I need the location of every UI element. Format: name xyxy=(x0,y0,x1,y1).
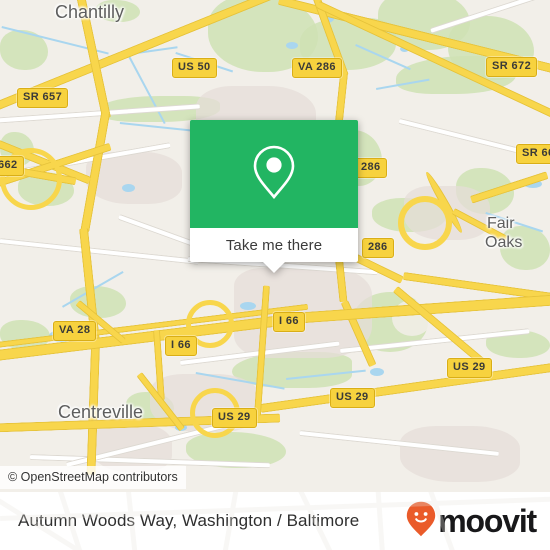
road-shield: SR 657 xyxy=(17,88,69,108)
water-body xyxy=(370,368,384,376)
road-shield: US 29 xyxy=(212,408,257,428)
moovit-logo[interactable]: moovit xyxy=(406,501,537,542)
map-canvas[interactable]: Chantilly Centreville Fair Oaks SR 657 US 50… xyxy=(0,0,550,492)
road-shield: 286 xyxy=(355,158,387,178)
map-attribution[interactable]: © OpenStreetMap contributors xyxy=(0,466,186,489)
road-shield: I 66 xyxy=(165,336,197,356)
road-shield: I 66 xyxy=(273,312,305,332)
location-title: Autumn Woods Way, Washington / Baltimore xyxy=(18,511,360,530)
road-shield: SR 66 xyxy=(516,144,550,164)
road-shield: US 50 xyxy=(172,58,217,78)
moovit-wordmark: moovit xyxy=(438,503,537,539)
minor-road xyxy=(0,238,199,265)
road-shield: US 29 xyxy=(447,358,492,378)
road-shield: 662 xyxy=(0,156,24,176)
footer-bar: Autumn Woods Way, Washington / Baltimore… xyxy=(0,492,550,550)
popup-action-label: Take me there xyxy=(225,236,323,254)
moovit-pin-icon xyxy=(406,501,436,542)
road-shield: VA 28 xyxy=(53,321,97,341)
road-shield: VA 286 xyxy=(292,58,342,78)
popup-tail xyxy=(263,262,285,273)
place-label: Oaks xyxy=(485,234,523,251)
water-body xyxy=(286,42,298,49)
road-shield: US 29 xyxy=(330,388,375,408)
popup-header xyxy=(190,120,358,228)
road-shield: 286 xyxy=(362,238,394,258)
place-label: Fair xyxy=(487,215,515,232)
road-shield: SR 672 xyxy=(486,57,538,77)
place-label: Chantilly xyxy=(55,2,125,22)
interchange-ramp xyxy=(398,196,452,250)
water-body xyxy=(240,302,256,310)
residential-area xyxy=(400,426,520,482)
popup-action[interactable]: Take me there xyxy=(190,228,358,273)
map-pin-icon xyxy=(251,143,297,206)
water-body xyxy=(122,184,135,192)
place-label: Centreville xyxy=(58,402,144,422)
location-popup[interactable]: Take me there xyxy=(190,120,358,273)
moovit-map-screen: Chantilly Centreville Fair Oaks SR 657 US 50… xyxy=(0,0,550,550)
